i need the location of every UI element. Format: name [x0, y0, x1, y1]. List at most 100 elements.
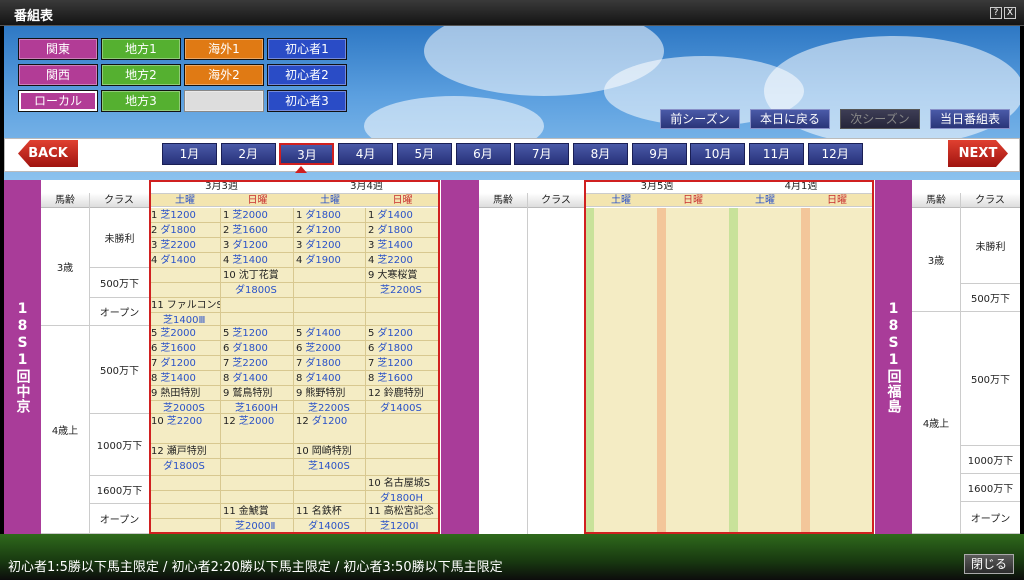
race-detail: 芝2200S — [308, 403, 350, 414]
race-entry[interactable]: 4 ダ1900 — [296, 254, 365, 267]
race-entry[interactable]: 9 大寒桜賞 — [368, 269, 438, 282]
race-entry[interactable]: 6 ダ1800 — [223, 342, 293, 355]
race-entry[interactable]: 12 芝2000 — [223, 415, 293, 428]
race-entry[interactable]: 5 芝1200 — [223, 327, 293, 340]
race-entry[interactable]: ダ1800S — [223, 284, 293, 297]
race-entry[interactable]: 1 芝1200 — [151, 209, 220, 222]
race-cell — [149, 283, 221, 298]
race-entry[interactable]: 8 芝1600 — [368, 372, 438, 385]
area-button[interactable]: 初心者3 — [267, 90, 347, 112]
area-button[interactable]: 地方1 — [101, 38, 181, 60]
race-entry[interactable]: 11 高松宮記念 — [368, 505, 438, 518]
day-saturday: 土曜 — [585, 194, 657, 207]
race-entry[interactable]: 12 瀬戸特別 — [151, 445, 220, 458]
month-button[interactable]: 4月 — [338, 143, 394, 165]
month-button[interactable]: 6月 — [455, 143, 511, 165]
month-button[interactable]: 9月 — [631, 143, 687, 165]
month-button[interactable]: 8月 — [572, 143, 628, 165]
area-button[interactable]: 地方2 — [101, 64, 181, 86]
race-entry[interactable]: 7 芝2200 — [223, 357, 293, 370]
race-cell — [221, 491, 294, 504]
race-entry[interactable]: 8 ダ1400 — [296, 372, 365, 385]
month-button[interactable]: 1月 — [162, 143, 217, 165]
race-entry[interactable]: 芝1400S — [296, 460, 365, 473]
race-entry[interactable]: 2 ダ1200 — [296, 224, 365, 237]
race-entry[interactable]: 3 ダ1200 — [296, 239, 365, 252]
class-500: 500万下 — [90, 268, 149, 298]
next-season-button[interactable]: 次シーズン — [840, 109, 920, 129]
race-entry[interactable]: 6 芝2000 — [296, 342, 365, 355]
race-entry[interactable]: 7 ダ1200 — [151, 357, 220, 370]
race-entry[interactable]: 芝2000Ⅱ — [223, 520, 293, 533]
month-button[interactable]: 2月 — [220, 143, 276, 165]
race-entry[interactable]: 6 ダ1800 — [368, 342, 438, 355]
month-button[interactable]: 5月 — [396, 143, 452, 165]
month-button[interactable]: 7月 — [514, 143, 570, 165]
area-button[interactable]: ローカル — [18, 90, 98, 112]
race-entry[interactable]: 4 ダ1400 — [151, 254, 220, 267]
race-entry[interactable]: 4 芝2200 — [368, 254, 438, 267]
month-button[interactable]: 11月 — [749, 143, 804, 165]
race-entry[interactable]: 2 芝1600 — [223, 224, 293, 237]
race-entry[interactable]: 1 ダ1400 — [368, 209, 438, 222]
race-entry[interactable]: ダ1800S — [151, 460, 220, 473]
race-entry[interactable]: 3 芝1400 — [368, 239, 438, 252]
race-entry[interactable]: 9 熊野特別 — [296, 387, 365, 400]
race-entry[interactable]: 8 ダ1400 — [223, 372, 293, 385]
race-entry[interactable]: 2 ダ1800 — [368, 224, 438, 237]
race-entry[interactable]: 8 芝1400 — [151, 372, 220, 385]
area-button[interactable]: 関東 — [18, 38, 98, 60]
prev-season-button[interactable]: 前シーズン — [660, 109, 740, 129]
area-button[interactable]: 地方3 — [101, 90, 181, 112]
area-button[interactable]: 関西 — [18, 64, 98, 86]
race-entry[interactable]: 9 熱田特別 — [151, 387, 220, 400]
race-detail: 芝1600 — [160, 343, 196, 354]
today-program-button[interactable]: 当日番組表 — [930, 109, 1010, 129]
area-button[interactable]: 海外2 — [184, 64, 264, 86]
race-entry[interactable]: 7 ダ1800 — [296, 357, 365, 370]
next-button[interactable]: NEXT — [948, 140, 1008, 167]
race-entry[interactable]: 11 ファルコンS — [151, 299, 220, 312]
race-entry[interactable]: 10 名古屋城S — [368, 477, 438, 490]
race-detail: ダ1800S — [163, 461, 205, 472]
race-entry[interactable]: 5 ダ1200 — [368, 327, 438, 340]
race-entry[interactable]: ダ1400S — [296, 520, 365, 533]
race-entry[interactable]: 11 名鉄杯 — [296, 505, 365, 518]
race-entry[interactable]: 9 鷲鳥特別 — [223, 387, 293, 400]
race-entry[interactable]: 6 芝1600 — [151, 342, 220, 355]
race-entry[interactable]: 芝2200S — [368, 284, 438, 297]
race-entry[interactable]: 10 沈丁花賞 — [223, 269, 293, 282]
race-detail: 芝1200 — [377, 358, 413, 369]
race-entry[interactable]: 2 ダ1800 — [151, 224, 220, 237]
race-entry[interactable]: 5 芝2000 — [151, 327, 220, 340]
race-entry[interactable]: 10 芝2200 — [151, 415, 220, 428]
race-entry[interactable]: 11 金鯱賞 — [223, 505, 293, 518]
race-entry[interactable]: 1 芝2000 — [223, 209, 293, 222]
left-meet-label: 18S1回中京 — [4, 180, 41, 534]
race-detail: 金鯱賞 — [238, 506, 269, 517]
area-button[interactable]: 初心者1 — [267, 38, 347, 60]
race-detail: 芝2200S — [380, 285, 422, 296]
help-icon[interactable]: ? — [990, 7, 1002, 19]
race-entry[interactable]: 3 芝2200 — [151, 239, 220, 252]
race-entry[interactable]: 7 芝1200 — [368, 357, 438, 370]
back-to-today-button[interactable]: 本日に戻る — [750, 109, 830, 129]
month-button[interactable]: 3月 — [279, 143, 335, 165]
back-button[interactable]: BACK — [18, 140, 78, 167]
area-button[interactable]: 海外1 — [184, 38, 264, 60]
race-entry[interactable]: 10 岡崎特別 — [296, 445, 365, 458]
close-button[interactable]: 閉じる — [964, 554, 1014, 574]
close-icon[interactable]: X — [1004, 7, 1016, 19]
race-entry[interactable]: 4 芝1400 — [223, 254, 293, 267]
month-button[interactable]: 10月 — [690, 143, 746, 165]
race-entry[interactable]: 3 ダ1200 — [223, 239, 293, 252]
race-entry[interactable]: 1 ダ1800 — [296, 209, 365, 222]
area-button[interactable]: 初心者2 — [267, 64, 347, 86]
race-entry[interactable]: 5 ダ1400 — [296, 327, 365, 340]
race-entry[interactable]: 12 鈴鹿特別 — [368, 387, 438, 400]
month-button[interactable]: 12月 — [807, 143, 863, 165]
race-number: 10 — [223, 270, 236, 281]
race-entry[interactable]: 12 ダ1200 — [296, 415, 365, 428]
race-entry[interactable]: 芝1200Ⅰ — [368, 520, 438, 533]
class-500: 500万下 — [961, 284, 1020, 312]
